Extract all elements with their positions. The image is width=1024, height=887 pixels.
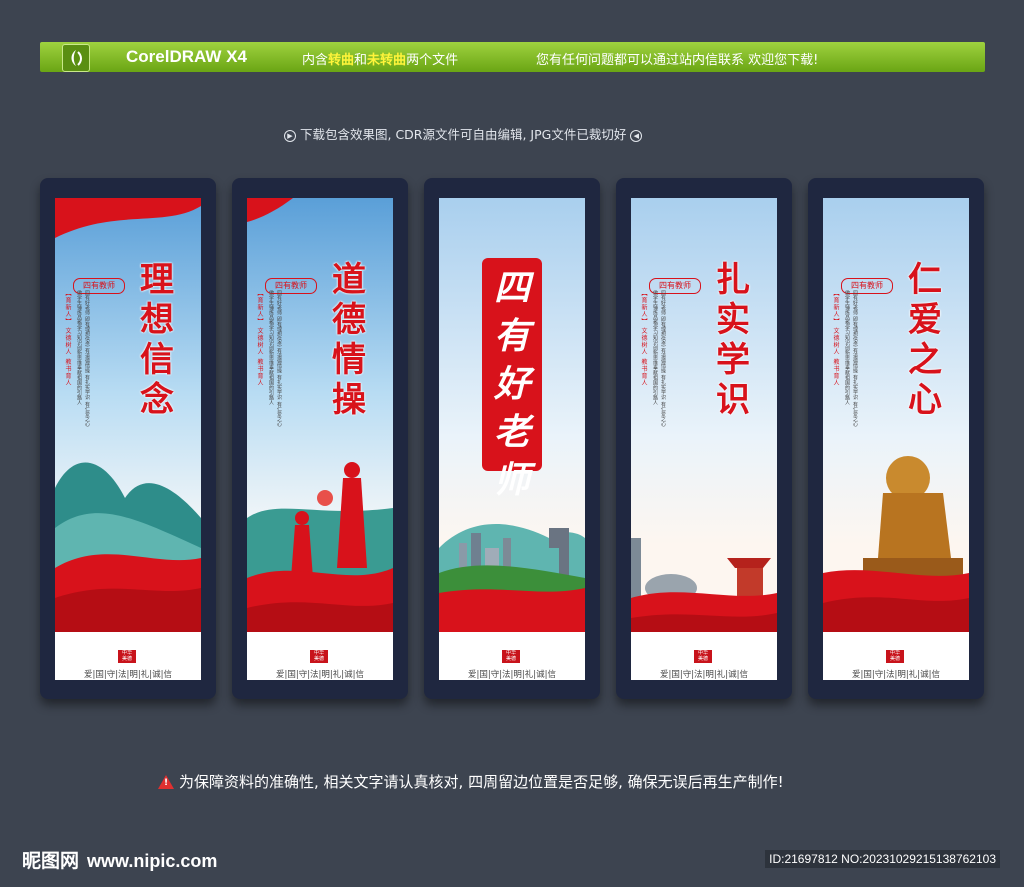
poster-scene: 四有教师 【育新人】 文德树人 教书育人 四有好老师 即有理想信念 有道德情操 … xyxy=(55,198,201,632)
footer-values: 爱|国|守|法|明|礼|诚|信 xyxy=(659,670,749,680)
seal-stamp-icon: 中华 美德 xyxy=(310,650,328,663)
poster-title: 四有好老师 xyxy=(493,267,530,501)
corel-logo-icon xyxy=(62,44,90,72)
title-banner: 四有好老师 xyxy=(482,258,542,501)
side-tag: 【育新人】 文德树人 教书育人 xyxy=(640,290,647,387)
poster-canvas: 四有教师 【育新人】 文德树人 教书育人 四有好老师 即有理想信念 有道德情操 … xyxy=(55,198,201,680)
poster-panel-4: 四有教师 【育新人】 文德树人 教书育人 四有好老师 即有理想信念 有道德情操 … xyxy=(616,178,792,699)
side-copy: 四有好老师 即有理想信念 有道德情操 有扎实学识 有仁爱之心 做学生锤炼品格学习… xyxy=(268,290,282,427)
warning-icon: ! xyxy=(158,775,174,789)
poster-title: 扎实学识 xyxy=(716,260,750,420)
poster-title: 仁爱之心 xyxy=(908,260,942,420)
side-copy: 四有好老师 即有理想信念 有道德情操 有扎实学识 有仁爱之心 做学生锤炼品格学习… xyxy=(76,290,90,427)
teacher-child-silhouette xyxy=(247,462,393,632)
footer-values: 爱|国|守|法|明|礼|诚|信 xyxy=(467,670,557,680)
side-copy: 四有好老师 即有理想信念 有道德情操 有扎实学识 有仁爱之心 做学生锤炼品格学习… xyxy=(652,290,666,427)
top-banner-bar: CorelDRAW X4 内含转曲和未转曲两个文件 您有任何问题都可以通过站内信… xyxy=(40,42,985,72)
poster-panel-1: 四有教师 【育新人】 文德树人 教书育人 四有好老师 即有理想信念 有道德情操 … xyxy=(40,178,216,699)
poster-title: 道德情操 xyxy=(332,260,366,420)
seal-stamp-icon: 中华 美德 xyxy=(118,650,136,663)
site-url[interactable]: www.nipic.com xyxy=(87,851,217,871)
poster-scene: 四有教师 【育新人】 文德树人 教书育人 四有好老师 即有理想信念 有道德情操 … xyxy=(631,198,777,632)
poster-canvas: 四有教师 【育新人】 文德树人 教书育人 四有好老师 即有理想信念 有道德情操 … xyxy=(823,198,969,680)
play-left-icon: ◀ xyxy=(630,130,643,142)
poster-canvas: 四有教师 【育新人】 文德树人 教书育人 四有好老师 即有理想信念 有道德情操 … xyxy=(631,198,777,680)
side-tag: 【育新人】 文德树人 教书育人 xyxy=(64,290,71,387)
city-skyline-illustration xyxy=(439,524,585,632)
side-tag: 【育新人】 文德树人 教书育人 xyxy=(256,290,263,387)
seal-stamp-icon: 中华 美德 xyxy=(694,650,712,663)
poster-panel-5: 四有教师 【育新人】 文德树人 教书育人 四有好老师 即有理想信念 有道德情操 … xyxy=(808,178,984,699)
app-title: CorelDRAW X4 xyxy=(126,47,247,66)
footer-values: 爱|国|守|法|明|礼|诚|信 xyxy=(83,670,173,680)
footer-values: 爱|国|守|法|明|礼|诚|信 xyxy=(275,670,365,680)
poster-scene: 四有教师 【育新人】 文德树人 教书育人 四有好老师 即有理想信念 有道德情操 … xyxy=(823,198,969,632)
play-right-icon: ▶ xyxy=(284,130,296,142)
contact-text: 您有任何问题都可以通过站内信联系 欢迎您下载! xyxy=(536,53,819,68)
file-info-text: 内含转曲和未转曲两个文件 xyxy=(302,53,459,68)
poster-canvas: 四有好老师 中华 美德 爱|国|守|法|明|礼|诚|信 xyxy=(439,198,585,680)
site-name: 昵图网 xyxy=(22,850,80,872)
mountain-illustration xyxy=(55,462,201,632)
image-id: ID:21697812 NO:20231029215138762103 xyxy=(765,850,1000,868)
download-info: ▶ 下载包含效果图, CDR源文件可自由编辑, JPG文件已裁切好 ◀ xyxy=(280,124,646,143)
footer-values: 爱|国|守|法|明|礼|诚|信 xyxy=(851,670,941,680)
production-notice: ! 为保障资料的准确性, 相关文字请认真核对, 四周留边位置是否足够, 确保无误后… xyxy=(158,771,784,792)
poster-panel-3: 四有好老师 中华 美德 爱|国|守|法|明|礼|诚|信 xyxy=(424,178,600,699)
seal-stamp-icon: 中华 美德 xyxy=(886,650,904,663)
poster-scene: 四有好老师 xyxy=(439,198,585,632)
side-tag: 【育新人】 文德树人 教书育人 xyxy=(832,290,839,387)
stone-lion-illustration xyxy=(823,456,969,632)
red-ribbon-top xyxy=(247,198,293,222)
poster-panel-2: 四有教师 【育新人】 文德树人 教书育人 四有好老师 即有理想信念 有道德情操 … xyxy=(232,178,408,699)
seal-stamp-icon: 中华 美德 xyxy=(502,650,520,663)
poster-scene: 四有教师 【育新人】 文德树人 教书育人 四有好老师 即有理想信念 有道德情操 … xyxy=(247,198,393,632)
landmark-illustration xyxy=(631,538,777,632)
side-copy: 四有好老师 即有理想信念 有道德情操 有扎实学识 有仁爱之心 做学生锤炼品格学习… xyxy=(844,290,858,427)
red-ribbon-top xyxy=(55,198,201,238)
poster-title: 理想信念 xyxy=(140,260,174,420)
poster-canvas: 四有教师 【育新人】 文德树人 教书育人 四有好老师 即有理想信念 有道德情操 … xyxy=(247,198,393,680)
site-watermark: 昵图网 www.nipic.com xyxy=(22,846,217,873)
